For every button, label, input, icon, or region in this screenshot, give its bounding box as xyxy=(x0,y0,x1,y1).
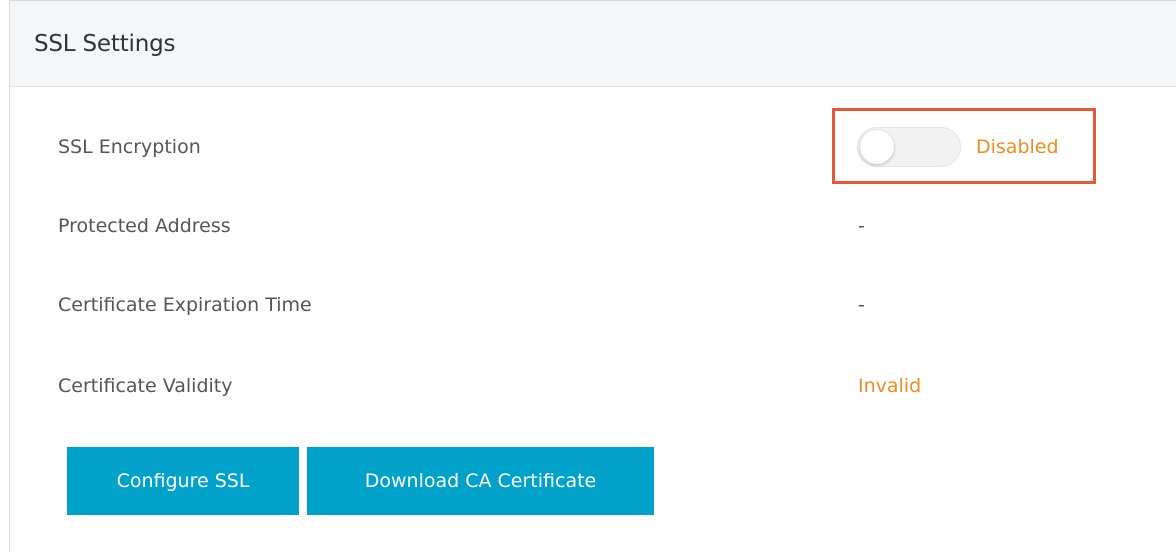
configure-ssl-button[interactable]: Configure SSL xyxy=(67,447,299,515)
ssl-encryption-toggle[interactable] xyxy=(857,127,961,167)
certificate-expiration-value: - xyxy=(858,294,865,316)
row-protected-address: Protected Address - xyxy=(58,206,1176,246)
row-certificate-expiration: Certificate Expiration Time - xyxy=(58,285,1176,325)
protected-address-value: - xyxy=(858,215,865,237)
toggle-knob xyxy=(860,130,894,164)
ssl-encryption-label: SSL Encryption xyxy=(58,136,201,158)
certificate-expiration-label: Certificate Expiration Time xyxy=(58,294,312,316)
row-certificate-validity: Certificate Validity Invalid xyxy=(58,366,1176,406)
download-ca-certificate-button[interactable]: Download CA Certificate xyxy=(307,447,654,515)
ssl-encryption-control: Disabled xyxy=(857,127,1059,167)
protected-address-label: Protected Address xyxy=(58,215,231,237)
ssl-encryption-status: Disabled xyxy=(976,136,1059,158)
panel-header: SSL Settings xyxy=(10,1,1176,87)
certificate-validity-value: Invalid xyxy=(858,375,922,397)
panel-title: SSL Settings xyxy=(34,30,176,57)
certificate-validity-label: Certificate Validity xyxy=(58,375,233,397)
